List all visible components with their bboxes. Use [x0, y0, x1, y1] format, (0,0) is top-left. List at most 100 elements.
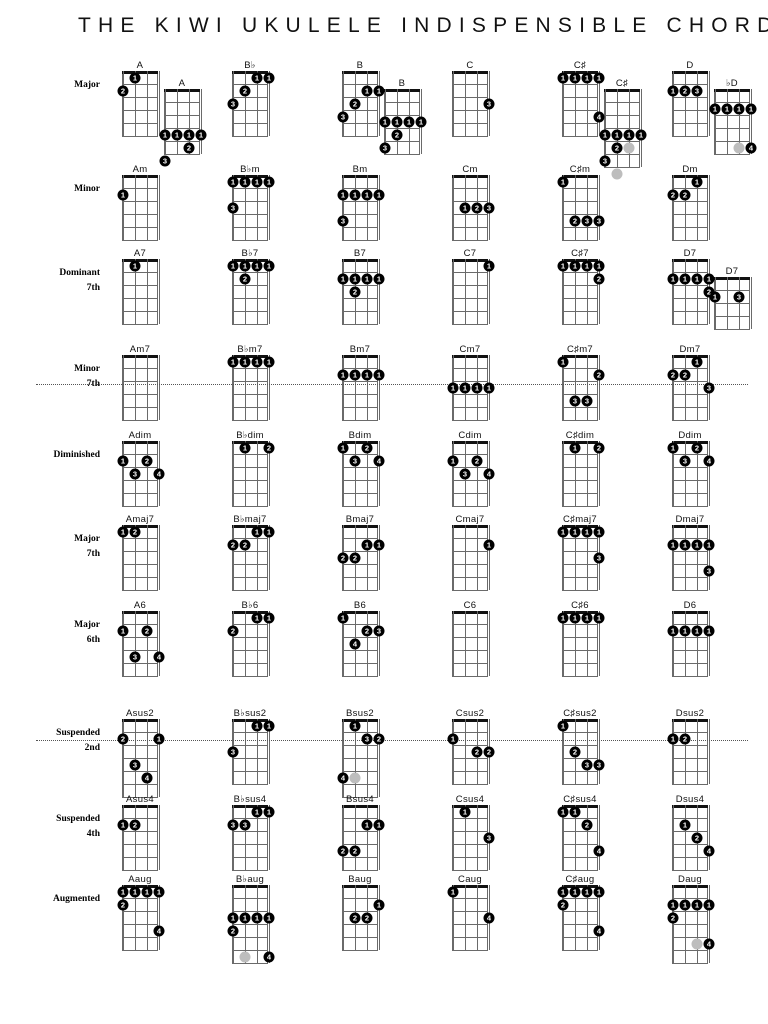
chord-cell: Daug 1 1 1 1 2 4: [658, 874, 768, 964]
finger-dot: 4: [703, 845, 715, 856]
fret-line: [232, 650, 268, 651]
fret-line: [384, 141, 420, 142]
string-line: [629, 89, 630, 167]
chord-diagram: B1123: [337, 60, 385, 137]
fret-line: [342, 870, 378, 871]
fret-line: [232, 732, 268, 733]
chord-name-label: Cmaj7: [455, 514, 485, 525]
chord-diagram: C♯7 1 1 1 1 2: [557, 248, 605, 325]
finger-dot: 2: [667, 912, 679, 923]
fretboard-wrapper: 111123: [159, 89, 207, 166]
fretboard: 111124: [117, 885, 165, 951]
fret-line: [562, 676, 598, 677]
finger-dot: 1: [611, 129, 623, 140]
fret-line: [232, 97, 268, 98]
fret-line: [384, 128, 420, 129]
finger-dot: 1: [337, 273, 349, 284]
string-line: [379, 175, 380, 240]
finger-dot: 2: [471, 455, 483, 466]
finger-dot: 2: [349, 98, 361, 109]
fretboard-wrapper: 1111: [227, 355, 275, 421]
fret-line: [672, 272, 708, 273]
fret-line: [122, 663, 158, 664]
fretboard: 13: [452, 805, 495, 871]
finger-dot: 1: [263, 806, 275, 817]
fret-line: [164, 154, 200, 155]
chord-diagram: Baug 1 2 2: [342, 874, 385, 951]
fret-line: [384, 102, 420, 103]
muted-dot: [349, 772, 361, 783]
finger-dot: 1: [117, 886, 129, 897]
fret-line: [562, 227, 598, 228]
fretboard: 11113: [667, 525, 715, 591]
fret-line: [672, 480, 708, 481]
fret-line: [384, 115, 420, 116]
chord-cell: B♭m7 1 1 1 1: [218, 344, 328, 421]
string-line: [245, 525, 246, 590]
row-label: Suspended 4th: [18, 812, 100, 841]
chord-diagram: Asus4 1 2: [117, 794, 160, 871]
fret-line: [232, 663, 268, 664]
fretboard: 1111: [557, 611, 605, 677]
fret-line: [562, 420, 598, 421]
string-line: [685, 441, 686, 506]
chord-diagram: Dsus2 1 2: [667, 708, 710, 785]
chord-cell: Cm 1 2 3: [438, 164, 548, 241]
string-line: [465, 71, 466, 136]
fret-line: [562, 924, 598, 925]
fret-line: [562, 784, 598, 785]
section-divider: [36, 740, 748, 741]
fret-line: [122, 937, 158, 938]
chord-name-label: B♭7: [241, 248, 259, 259]
finger-dot: 3: [733, 291, 745, 302]
muted-dot: [623, 142, 635, 153]
fretboard-wrapper: 1 22: [447, 719, 495, 785]
fret-line: [342, 577, 378, 578]
fret-line: [452, 818, 488, 819]
chord-diagram: Dsus4 1 2 4: [672, 794, 715, 871]
fret-line: [452, 538, 488, 539]
string-line: [673, 719, 674, 784]
fret-line: [672, 624, 708, 625]
fret-line: [122, 311, 158, 312]
finger-dot: 2: [691, 832, 703, 843]
string-line: [165, 89, 166, 154]
fret-line: [452, 420, 488, 421]
string-line: [135, 805, 136, 870]
finger-dot: 3: [483, 202, 495, 213]
fret-line: [122, 394, 158, 395]
finger-dot: 1: [679, 625, 691, 636]
finger-dot: 1: [703, 625, 715, 636]
chord-cell: Bsus4 1 1 2 2: [328, 794, 438, 871]
finger-dot: 1: [679, 899, 691, 910]
finger-dot: 2: [117, 85, 129, 96]
fret-line: [342, 123, 378, 124]
finger-dot: 2: [349, 552, 361, 563]
fret-line: [122, 298, 158, 299]
row-label-line1: Suspended: [56, 814, 100, 824]
fret-line: [452, 590, 488, 591]
finger-dot: 2: [679, 85, 691, 96]
fret-line: [452, 136, 488, 137]
chord-cell: Dm 1 2 2: [658, 164, 768, 241]
fretboard-wrapper: 11 2: [227, 611, 275, 677]
finger-dot: 2: [183, 142, 195, 153]
fretboard: 111124: [557, 885, 605, 951]
chord-cell: C♯dim 1 2: [548, 430, 658, 507]
fret-line: [164, 128, 200, 129]
row-cells: A 1 2 A 1 1 1 1 2 3 B♭ 1 1 2 3 B 1 1 2 3 B 1 1 1 1 2 3 C 3 C♯ 1 1 1 1 4 C♯ 1…: [108, 60, 768, 179]
fretboard-wrapper: 11 22: [337, 805, 385, 871]
finger-dot: 4: [593, 925, 605, 936]
finger-dot: 1: [703, 273, 715, 284]
string-line: [673, 259, 674, 324]
finger-dot: 3: [239, 819, 251, 830]
fretboard: 12: [232, 441, 275, 507]
string-line: [453, 525, 454, 590]
fret-line: [452, 577, 488, 578]
fret-line: [232, 745, 268, 746]
finger-dot: 1: [117, 625, 129, 636]
string-line: [135, 175, 136, 240]
finger-dot: 1: [251, 720, 263, 731]
finger-dot: 4: [153, 651, 165, 662]
fret-line: [452, 663, 488, 664]
